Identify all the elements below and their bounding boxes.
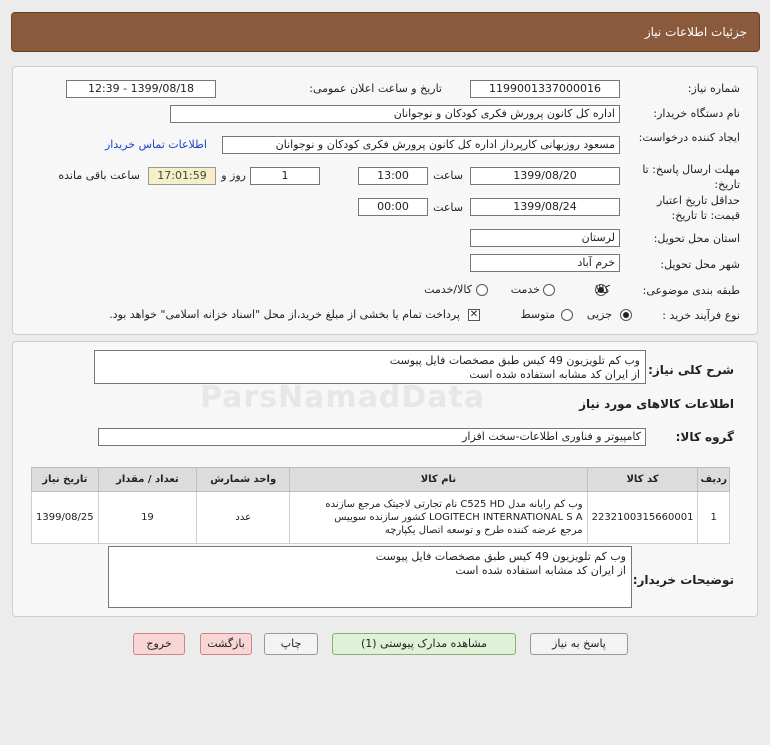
province-field: لرستان — [470, 229, 620, 247]
purchase-type-label: نوع فرآیند خرید : — [662, 309, 740, 322]
row-unit: عدد — [196, 491, 291, 544]
days-label: روز و — [221, 169, 246, 182]
row-name-line-2: LOGITECH INTERNATIONAL S A کشور سازنده س… — [334, 512, 583, 523]
announce-label: تاریخ و ساعت اعلان عمومی: — [309, 82, 442, 95]
row-code: 2232100315660001 — [586, 491, 699, 544]
buyer-notes-line-2: از ایران کد مشابه استفاده شده است — [455, 564, 626, 577]
buyer-label: نام دستگاه خریدار: — [653, 107, 740, 120]
attachments-button[interactable]: مشاهده مدارک پیوستی (1) — [332, 633, 516, 655]
category-goods-service-label: کالا/خدمت — [424, 283, 472, 296]
purchase-radio-medium[interactable] — [561, 309, 573, 321]
row-name: وب کم رایانه مدل C525 HD نام تجارتی لاجی… — [289, 491, 588, 544]
purchase-minor-label: جزیی — [586, 308, 612, 321]
remaining-timer: 17:01:59 — [148, 167, 216, 185]
category-label: طبقه بندی موضوعی: — [642, 284, 740, 297]
validity-time-field: 00:00 — [358, 198, 428, 216]
row-name-line-1: وب کم رایانه مدل C525 HD نام تجارتی لاجی… — [325, 499, 583, 510]
buyer-notes-field: وب کم تلویزیون 49 کیس طبق مصخصات فایل پی… — [108, 546, 632, 608]
buyer-notes-label: توضیحات خریدار: — [632, 573, 734, 587]
announce-field: 1399/08/18 - 12:39 — [66, 80, 216, 98]
goods-group-label: گروه کالا: — [675, 430, 734, 444]
col-date-header: تاریخ نیاز — [31, 467, 99, 492]
description-label: شرح کلی نیاز: — [648, 363, 734, 377]
purchase-radio-minor[interactable] — [620, 309, 632, 321]
need-number-field: 1199001337000016 — [470, 80, 620, 98]
days-field: 1 — [250, 167, 320, 185]
treasury-checkbox[interactable]: ✕ — [468, 309, 480, 321]
back-button[interactable]: بازگشت — [200, 633, 252, 655]
description-field: وب کم تلویزیون 49 کیس طبق مصخصات فایل پی… — [94, 350, 646, 384]
row-index: 1 — [697, 491, 730, 544]
row-qty: 19 — [97, 491, 198, 544]
category-service-label: خدمت — [510, 283, 540, 296]
validity-label: حداقل تاریخ اعتبار قیمت: تا تاریخ: — [656, 194, 740, 222]
contact-info-link[interactable]: اطلاعات تماس خریدار — [105, 138, 207, 151]
deadline-time-field: 13:00 — [358, 167, 428, 185]
exit-button[interactable]: خروج — [133, 633, 185, 655]
category-radio-goods-service[interactable] — [476, 284, 488, 296]
row-date: 1399/08/25 — [31, 491, 99, 544]
col-index-header: ردیف — [697, 467, 730, 492]
payment-note: پرداخت تمام یا بخشی از مبلغ خرید،از محل … — [109, 308, 460, 321]
col-code-header: کد کالا — [586, 467, 699, 492]
city-field: خرم آباد — [470, 254, 620, 272]
goods-section-title: اطلاعات کالاهای مورد نیاز — [579, 397, 734, 411]
validity-date-field: 1399/08/24 — [470, 198, 620, 216]
col-qty-header: تعداد / مقدار — [97, 467, 198, 492]
goods-table: ردیف کد کالا نام کالا واحد شمارش تعداد /… — [31, 467, 730, 544]
city-label: شهر محل تحویل: — [660, 258, 740, 271]
deadline-date-field: 1399/08/20 — [470, 167, 620, 185]
province-label: استان محل تحویل: — [653, 232, 740, 245]
remaining-label: ساعت باقی مانده — [58, 169, 140, 182]
page-title: جزئیات اطلاعات نیاز — [644, 25, 747, 39]
col-unit-header: واحد شمارش — [196, 467, 291, 492]
buyer-notes-line-1: وب کم تلویزیون 49 کیس طبق مصخصات فایل پی… — [375, 550, 626, 563]
reply-button[interactable]: پاسخ به نیاز — [530, 633, 628, 655]
validity-time-label: ساعت — [433, 201, 463, 214]
description-line-2: از ایران کد مشابه استفاده شده است — [469, 368, 640, 381]
deadline-label: مهلت ارسال پاسخ: تا تاریخ: — [642, 163, 740, 191]
category-goods-label: کالا — [595, 283, 610, 296]
print-button[interactable]: چاپ — [264, 633, 318, 655]
goods-group-field: کامپیوتر و فناوری اطلاعات-سخت افزار — [98, 428, 646, 446]
category-radio-service[interactable] — [543, 284, 555, 296]
creator-label: ایجاد کننده درخواست: — [638, 131, 740, 144]
description-line-1: وب کم تلویزیون 49 کیس طبق مصخصات فایل پی… — [389, 354, 640, 367]
purchase-medium-label: متوسط — [520, 308, 555, 321]
buyer-field: اداره کل کانون پرورش فکری کودکان و نوجوا… — [170, 105, 620, 123]
col-name-header: نام کالا — [289, 467, 588, 492]
page-header: جزئیات اطلاعات نیاز — [11, 12, 760, 52]
need-number-label: شماره نیاز: — [687, 82, 740, 95]
table-row[interactable]: 1 2232100315660001 وب کم رایانه مدل C525… — [31, 491, 730, 544]
deadline-time-label: ساعت — [433, 169, 463, 182]
row-name-line-3: مرجع عرضه کننده طرح و توسعه اتصال یکپارچ… — [384, 525, 583, 536]
table-header-row: ردیف کد کالا نام کالا واحد شمارش تعداد /… — [31, 467, 730, 492]
creator-field: مسعود روزبهانی کارپرداز اداره کل کانون پ… — [222, 136, 620, 154]
